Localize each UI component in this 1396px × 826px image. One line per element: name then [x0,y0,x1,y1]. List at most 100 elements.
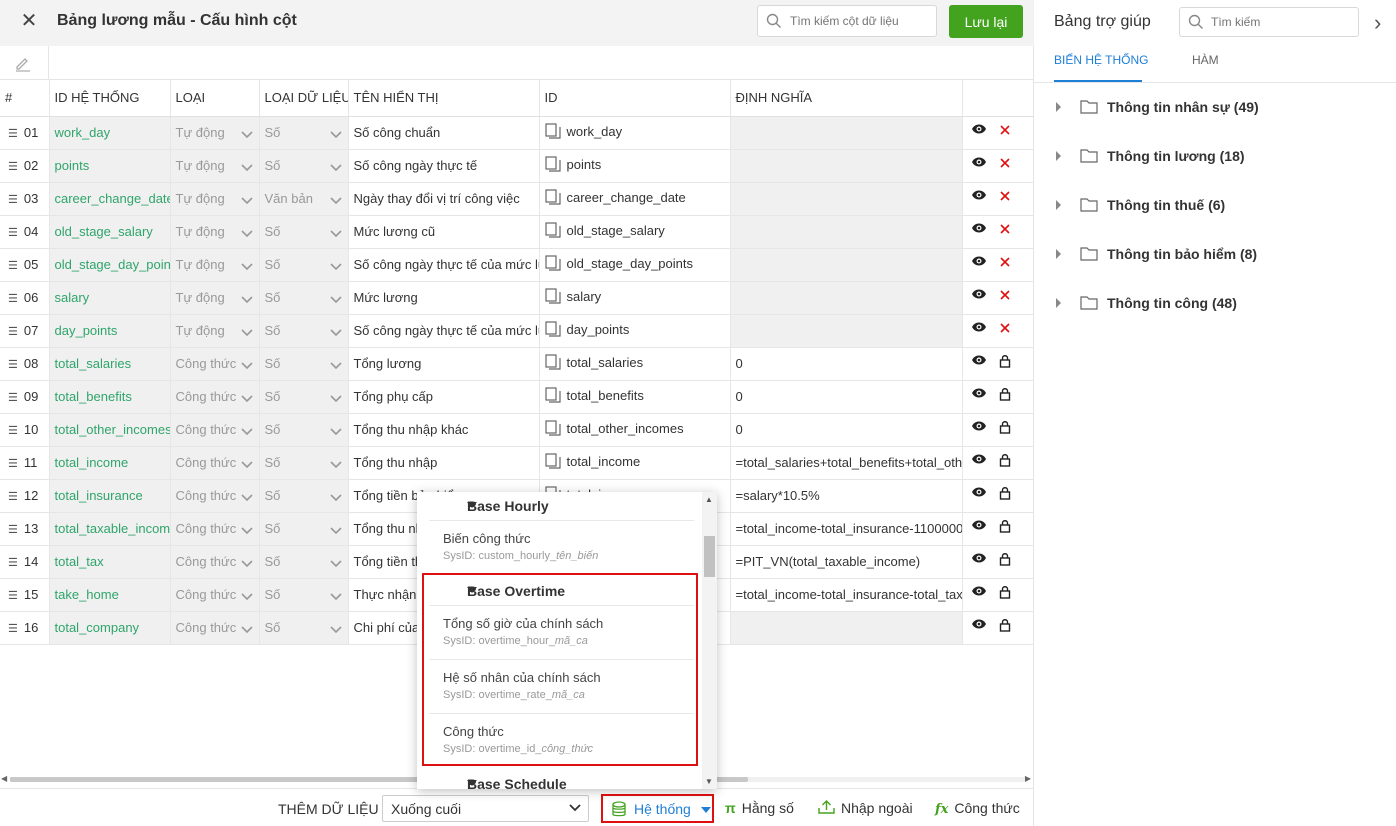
category-item[interactable]: Thông tin lương (18) [1054,145,1384,169]
category-item[interactable]: Thông tin công (48) [1054,292,1384,316]
eye-icon[interactable] [969,222,989,242]
definition-field[interactable]: =PIT_VN(total_taxable_income) [730,545,963,579]
id-field[interactable]: old_stage_salary [539,215,731,249]
caret-right-icon[interactable] [1056,249,1061,259]
column-search-box[interactable] [757,5,937,37]
copy-icon[interactable] [544,321,561,340]
drag-handle-icon[interactable]: ☰ [8,227,18,239]
lock-icon[interactable] [995,552,1015,572]
lock-icon[interactable] [995,420,1015,440]
id-field[interactable]: salary [539,281,731,315]
table-row[interactable]: ☰ 04 old_stage_salary Tự động Số Mức lương cũ… [0,215,1035,249]
display-name-field[interactable]: Số công ngày thực tế [348,149,540,183]
dropdown-scrollbar[interactable]: ▲ ▼ [702,492,717,789]
constant-button[interactable]: π Hằng số [725,800,794,816]
table-row[interactable]: ☰ 06 salary Tự động Số Mức lương salary [0,281,1035,315]
drag-handle-icon[interactable]: ☰ [8,161,18,173]
system-variables-button[interactable]: Hệ thống [601,794,714,823]
drag-handle-icon[interactable]: ☰ [8,260,18,272]
insert-position-select[interactable]: Xuống cuối [382,795,589,822]
tab-system-variables[interactable]: BIẾN HỆ THỐNG [1054,53,1148,82]
drag-handle-icon[interactable]: ☰ [8,491,18,503]
drag-handle-icon[interactable]: ☰ [8,458,18,470]
display-name-field[interactable]: Mức lương cũ [348,215,540,249]
drag-handle-icon[interactable]: ☰ [8,293,18,305]
save-button[interactable]: Lưu lại [949,5,1023,38]
eye-icon[interactable] [969,387,989,407]
table-row[interactable]: ☰ 01 work_day Tự động Số Số công chuẩn work_da… [0,116,1035,150]
table-row[interactable]: ☰ 11 total_income Công thức Số Tổng thu nhập t… [0,446,1035,480]
table-row[interactable]: ☰ 09 total_benefits Công thức Số Tổng phụ cấp… [0,380,1035,414]
variable-option[interactable]: Biến công thức SysID: custom_hourly_tên_b… [443,531,693,562]
table-row[interactable]: ☰ 02 points Tự động Số Số công ngày thực tế po… [0,149,1035,183]
caret-right-icon[interactable] [1056,298,1061,308]
eye-icon[interactable] [969,255,989,275]
copy-icon[interactable] [544,453,561,472]
lock-icon[interactable] [995,354,1015,374]
eye-icon[interactable] [969,354,989,374]
drag-handle-icon[interactable]: ☰ [8,623,18,635]
eye-icon[interactable] [969,585,989,605]
delete-icon[interactable] [995,123,1015,143]
copy-icon[interactable] [544,420,561,439]
drag-handle-icon[interactable]: ☰ [8,128,18,140]
id-field[interactable]: work_day [539,116,731,150]
display-name-field[interactable]: Số công ngày thực tế của mức lư [348,248,540,282]
pencil-icon[interactable] [14,54,32,72]
table-row[interactable]: ☰ 03 career_change_date_ Tự động Văn bản Ngày… [0,182,1035,216]
definition-field[interactable]: =total_income-total_insurance-11000000 [730,512,963,546]
table-row[interactable]: ☰ 10 total_other_incomes Công thức Số Tổng th… [0,413,1035,447]
definition-field[interactable]: 0 [730,380,963,414]
drag-handle-icon[interactable]: ☰ [8,425,18,437]
drag-handle-icon[interactable]: ☰ [8,194,18,206]
lock-icon[interactable] [995,453,1015,473]
formula-button[interactable]: fx Công thức [935,800,1020,817]
eye-icon[interactable] [969,618,989,638]
id-field[interactable]: career_change_date [539,182,731,216]
delete-icon[interactable] [995,321,1015,341]
eye-icon[interactable] [969,552,989,572]
variable-group-header[interactable]: Base Schedule [443,776,567,789]
category-item[interactable]: Thông tin nhân sự (49) [1054,96,1384,120]
copy-icon[interactable] [544,189,561,208]
eye-icon[interactable] [969,123,989,143]
display-name-field[interactable]: Mức lương [348,281,540,315]
drag-handle-icon[interactable]: ☰ [8,557,18,569]
delete-icon[interactable] [995,156,1015,176]
drag-handle-icon[interactable]: ☰ [8,524,18,536]
close-icon[interactable]: ✕ [18,10,40,32]
scroll-up-icon[interactable]: ▲ [705,495,713,504]
lock-icon[interactable] [995,585,1015,605]
id-field[interactable]: day_points [539,314,731,348]
caret-right-icon[interactable] [1056,102,1061,112]
eye-icon[interactable] [969,156,989,176]
delete-icon[interactable] [995,222,1015,242]
copy-icon[interactable] [544,387,561,406]
id-field[interactable]: old_stage_day_points [539,248,731,282]
definition-field[interactable]: =total_income-total_insurance-total_tax [730,578,963,612]
copy-icon[interactable] [544,255,561,274]
copy-icon[interactable] [544,222,561,241]
definition-field[interactable]: =total_salaries+total_benefits+total_oth… [730,446,963,480]
display-name-field[interactable]: Tổng phụ cấp [348,380,540,414]
display-name-field[interactable]: Số công ngày thực tế của mức lư [348,314,540,348]
id-field[interactable]: total_salaries [539,347,731,381]
delete-icon[interactable] [995,189,1015,209]
scroll-left-icon[interactable]: ◀ [1,774,7,783]
table-row[interactable]: ☰ 08 total_salaries Công thức Số Tổng lương to… [0,347,1035,381]
eye-icon[interactable] [969,420,989,440]
eye-icon[interactable] [969,189,989,209]
help-search-input[interactable] [1211,14,1351,30]
copy-icon[interactable] [544,156,561,175]
category-item[interactable]: Thông tin bảo hiểm (8) [1054,243,1384,267]
id-field[interactable]: points [539,149,731,183]
copy-icon[interactable] [544,354,561,373]
eye-icon[interactable] [969,453,989,473]
lock-icon[interactable] [995,387,1015,407]
display-name-field[interactable]: Tổng thu nhập [348,446,540,480]
table-row[interactable]: ☰ 05 old_stage_day_points Tự động Số Số công … [0,248,1035,282]
id-field[interactable]: total_other_incomes [539,413,731,447]
display-name-field[interactable]: Tổng thu nhập khác [348,413,540,447]
display-name-field[interactable]: Số công chuẩn [348,116,540,150]
copy-icon[interactable] [544,288,561,307]
